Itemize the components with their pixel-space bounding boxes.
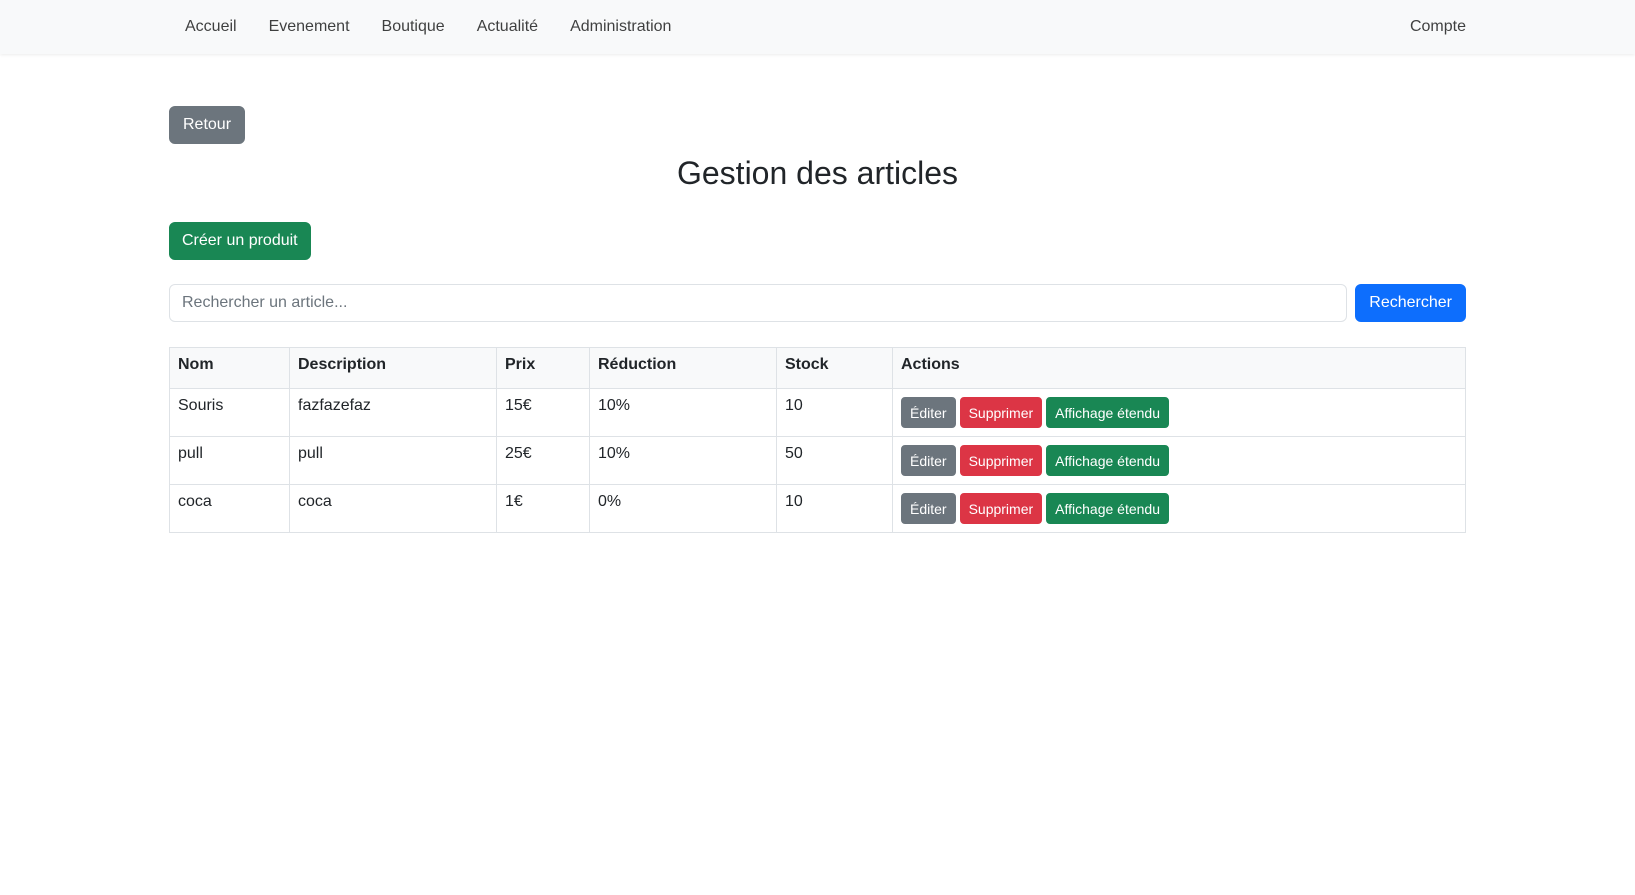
column-header-actions: Actions [892,347,1466,389]
cell-stock: 50 [776,436,893,485]
cell-reduction: 10% [589,436,777,485]
cell-prix: 25€ [496,436,590,485]
table-row: pull pull 25€ 10% 50 Éditer Supprimer Affi… [169,436,1466,485]
column-header-stock: Stock [776,347,893,389]
cell-actions: Éditer Supprimer Affichage étendu [892,388,1466,437]
cell-description: pull [289,436,497,485]
search-button[interactable]: Rechercher [1355,284,1466,322]
delete-button[interactable]: Supprimer [959,397,1043,428]
table-header-row: Nom Description Prix Réduction Stock Act… [169,347,1466,389]
expand-view-button[interactable]: Affichage étendu [1046,445,1170,476]
nav-link-compte[interactable]: Compte [1394,18,1466,36]
top-navbar: Accueil Evenement Boutique Actualité Adm… [0,0,1635,54]
nav-links: Accueil Evenement Boutique Actualité Adm… [169,0,687,54]
edit-button[interactable]: Éditer [901,493,956,524]
nav-link-evenement[interactable]: Evenement [253,18,366,36]
cell-reduction: 0% [589,484,777,533]
column-header-description: Description [289,347,497,389]
table-row: coca coca 1€ 0% 10 Éditer Supprimer Affich… [169,484,1466,533]
cell-nom: pull [169,436,290,485]
column-header-prix: Prix [496,347,590,389]
cell-description: fazfazefaz [289,388,497,437]
cell-stock: 10 [776,388,893,437]
nav-link-accueil[interactable]: Accueil [169,18,253,36]
delete-button[interactable]: Supprimer [959,493,1043,524]
nav-link-actualite[interactable]: Actualité [461,18,554,36]
edit-button[interactable]: Éditer [901,397,956,428]
column-header-reduction: Réduction [589,347,777,389]
nav-link-administration[interactable]: Administration [554,18,687,36]
cell-actions: Éditer Supprimer Affichage étendu [892,436,1466,485]
create-product-button[interactable]: Créer un produit [169,222,311,260]
cell-actions: Éditer Supprimer Affichage étendu [892,484,1466,533]
nav-link-boutique[interactable]: Boutique [366,18,461,36]
cell-nom: Souris [169,388,290,437]
page-title: Gestion des articles [676,155,958,191]
cell-description: coca [289,484,497,533]
delete-button[interactable]: Supprimer [959,445,1043,476]
articles-table: Nom Description Prix Réduction Stock Act… [169,347,1466,533]
cell-stock: 10 [776,484,893,533]
cell-reduction: 10% [589,388,777,437]
expand-view-button[interactable]: Affichage étendu [1046,493,1170,524]
table-row: Souris fazfazefaz 15€ 10% 10 Éditer Suppr… [169,388,1466,437]
column-header-nom: Nom [169,347,290,389]
cell-prix: 1€ [496,484,590,533]
search-input[interactable] [169,284,1348,322]
edit-button[interactable]: Éditer [901,445,956,476]
search-form: Rechercher [169,284,1466,322]
back-button[interactable]: Retour [169,106,246,144]
nav-right: Compte [1394,0,1466,54]
cell-nom: coca [169,484,290,533]
expand-view-button[interactable]: Affichage étendu [1046,397,1170,428]
cell-prix: 15€ [496,388,590,437]
